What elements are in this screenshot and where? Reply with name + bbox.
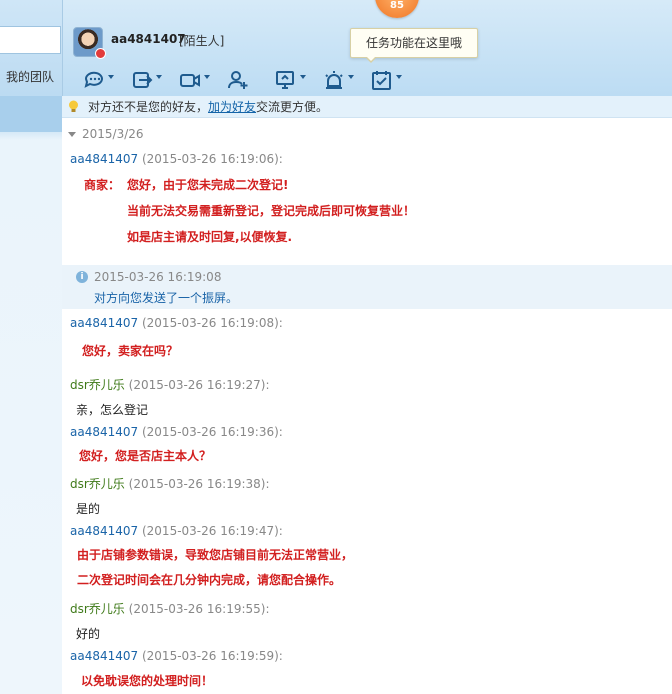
merchant-notice-card: 商家： 您好，由于您未完成二次登记! 当前无法交易需重新登记，登记完成后即可恢复…: [76, 174, 462, 244]
date-divider[interactable]: 2015/3/26: [68, 127, 144, 141]
message-time: (2015-03-26 16:19:38):: [128, 477, 270, 491]
message-time: (2015-03-26 16:19:59):: [141, 649, 283, 663]
merchant-line-2: 当前无法交易需重新登记，登记完成后即可恢复营业！: [127, 204, 416, 218]
sender-name[interactable]: aa4841407: [70, 316, 138, 330]
chat-header: aa4841407 [陌生人] 85 任务功能在这里哦: [62, 0, 672, 96]
chat-bubble-icon: [84, 71, 103, 88]
merchant-label: 商家：: [84, 178, 121, 192]
system-time: 2015-03-26 16:19:08: [94, 270, 222, 284]
contact-relation: [陌生人]: [179, 34, 225, 48]
message-text: 亲，怎么登记: [76, 403, 149, 417]
message-time: (2015-03-26 16:19:55):: [128, 602, 270, 616]
message-header: dsr乔儿乐 (2015-03-26 16:19:38):: [70, 475, 270, 492]
message-time: (2015-03-26 16:19:27):: [128, 378, 270, 392]
screen-share-button[interactable]: [275, 66, 323, 94]
collapse-triangle-icon: [68, 132, 76, 137]
lightbulb-icon: [69, 100, 78, 112]
contact-name[interactable]: aa4841407: [111, 32, 186, 46]
chevron-down-icon: [396, 75, 402, 79]
chevron-down-icon: [156, 75, 162, 79]
chevron-down-icon: [108, 75, 114, 79]
sidebar-selected-item[interactable]: [0, 96, 62, 132]
sender-name[interactable]: dsr乔儿乐: [70, 602, 125, 616]
tab-my-team[interactable]: 我的团队: [0, 62, 62, 92]
notice-prefix: 对方还不是您的好友，: [88, 100, 209, 114]
sender-name[interactable]: aa4841407: [70, 152, 138, 166]
chat-log[interactable]: 2015/3/26 aa4841407 (2015-03-26 16:19:06…: [62, 119, 672, 694]
blocked-status-icon: [95, 48, 106, 59]
chevron-down-icon: [204, 75, 210, 79]
search-input[interactable]: [0, 26, 61, 54]
add-contact-button[interactable]: [227, 66, 275, 94]
message-header: dsr乔儿乐 (2015-03-26 16:19:27):: [70, 376, 270, 393]
sender-name[interactable]: dsr乔儿乐: [70, 477, 125, 491]
file-transfer-button[interactable]: [131, 66, 179, 94]
message-text-line-1: 由于店铺参数错误，导致您店铺目前无法正常营业，: [77, 548, 354, 562]
file-transfer-icon: [133, 72, 153, 88]
merchant-line-1: 您好，由于您未完成二次登记!: [127, 178, 289, 192]
message-header: aa4841407 (2015-03-26 16:19:06):: [70, 152, 283, 166]
message-text: 好的: [76, 627, 101, 641]
avatar[interactable]: [73, 27, 106, 59]
left-sidebar: 我的团队: [0, 0, 62, 694]
message-text-line-2: 二次登记时间会在几分钟内完成，请您配合操作。: [77, 573, 342, 587]
system-message: i 2015-03-26 16:19:08 对方向您发送了一个振屏。: [62, 265, 672, 309]
chevron-down-icon: [300, 75, 306, 79]
task-calendar-button[interactable]: [371, 66, 419, 94]
sender-name[interactable]: aa4841407: [70, 425, 138, 439]
message-header: dsr乔儿乐 (2015-03-26 16:19:55):: [70, 600, 270, 617]
message-text: 您好，您是否店主本人？: [79, 449, 212, 463]
video-call-button[interactable]: [179, 66, 227, 94]
message-time: (2015-03-26 16:19:06):: [141, 152, 283, 166]
task-tooltip: 任务功能在这里哦: [350, 28, 478, 63]
message-text: 您好，卖家在吗？: [82, 344, 179, 358]
message-text: 以免耽误您的处理时间！: [81, 674, 214, 688]
chevron-down-icon: [348, 75, 354, 79]
stranger-notice-bar: 对方还不是您的好友，加为好友交流更方便。: [62, 96, 672, 118]
screen-share-icon: [276, 71, 294, 89]
video-call-icon: [180, 74, 200, 87]
chat-toolbar: [83, 66, 419, 94]
message-header: aa4841407 (2015-03-26 16:19:47):: [70, 524, 283, 538]
merchant-line-3: 如是店主请及时回复,以便恢复.: [127, 230, 293, 244]
info-icon: i: [76, 271, 88, 283]
message-header: aa4841407 (2015-03-26 16:19:36):: [70, 425, 283, 439]
chat-bubble-button[interactable]: [83, 66, 131, 94]
add-friend-link[interactable]: 加为好友: [208, 100, 256, 114]
sender-name[interactable]: dsr乔儿乐: [70, 378, 125, 392]
message-time: (2015-03-26 16:19:47):: [141, 524, 283, 538]
message-time: (2015-03-26 16:19:08):: [141, 316, 283, 330]
task-calendar-icon: [372, 71, 391, 90]
notice-suffix: 交流更方便。: [256, 100, 329, 114]
message-text: 是的: [76, 502, 101, 516]
system-text: 对方向您发送了一个振屏。: [94, 291, 239, 305]
remote-assist-button[interactable]: [323, 66, 371, 94]
message-time: (2015-03-26 16:19:36):: [141, 425, 283, 439]
remote-assist-icon: [325, 71, 343, 89]
message-header: aa4841407 (2015-03-26 16:19:08):: [70, 316, 283, 330]
sender-name[interactable]: aa4841407: [70, 524, 138, 538]
message-header: aa4841407 (2015-03-26 16:19:59):: [70, 649, 283, 663]
sender-name[interactable]: aa4841407: [70, 649, 138, 663]
task-count-badge[interactable]: 85: [375, 0, 419, 18]
date-label: 2015/3/26: [82, 127, 144, 141]
add-contact-icon: [228, 71, 248, 89]
